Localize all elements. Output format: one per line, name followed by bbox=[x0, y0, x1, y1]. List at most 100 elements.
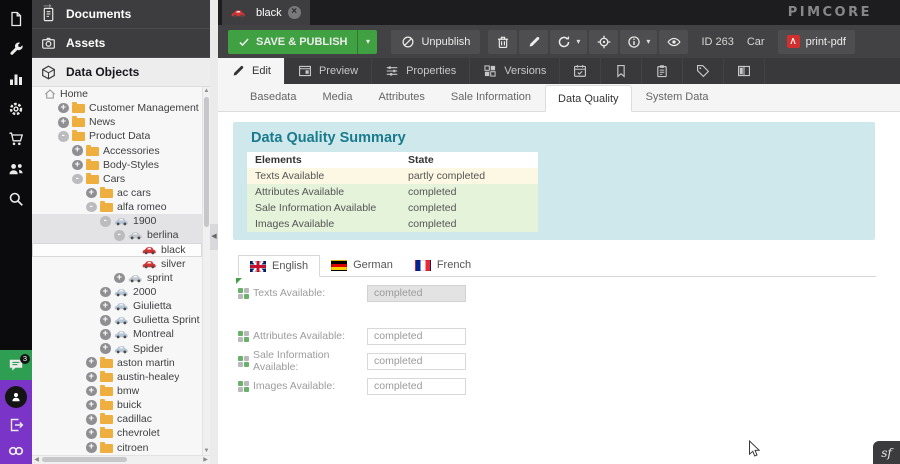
tab-media[interactable]: Media bbox=[310, 84, 364, 111]
scroll-down-icon[interactable]: ▼ bbox=[203, 447, 210, 455]
sidebar-settings-nav[interactable] bbox=[0, 94, 32, 124]
accordion-documents[interactable]: Documents → bbox=[32, 0, 210, 29]
tree-item-cadillac[interactable]: +cadillac bbox=[32, 412, 202, 426]
accordion-assets[interactable]: Assets → bbox=[32, 29, 210, 58]
tree-item-cars[interactable]: -Cars bbox=[32, 172, 202, 186]
tree-item-2000[interactable]: +2000 bbox=[32, 285, 202, 299]
tree-item-austin-healey[interactable]: +austin-healey bbox=[32, 370, 202, 384]
tree-item-bmw[interactable]: +bmw bbox=[32, 384, 202, 398]
tree-item-spider[interactable]: +Spider bbox=[32, 342, 202, 356]
tree-item-home[interactable]: Home bbox=[32, 87, 202, 101]
sidebar-tools-nav[interactable] bbox=[0, 34, 32, 64]
expander-plus-icon[interactable]: + bbox=[86, 357, 100, 368]
expander-plus-icon[interactable]: + bbox=[114, 273, 128, 284]
scroll-up-icon[interactable]: ▲ bbox=[203, 87, 210, 95]
expander-plus-icon[interactable]: + bbox=[86, 414, 100, 425]
field-images-available-input[interactable] bbox=[367, 378, 466, 395]
tree-item-product-data[interactable]: -Product Data bbox=[32, 129, 202, 143]
tree-item-body-styles[interactable]: +Body-Styles bbox=[32, 158, 202, 172]
preview-tab[interactable]: Preview bbox=[285, 58, 372, 84]
language-tab-english[interactable]: English bbox=[238, 255, 320, 277]
tree-item-1900[interactable]: -1900 bbox=[32, 214, 202, 228]
expander-plus-icon[interactable]: + bbox=[86, 428, 100, 439]
expander-plus-icon[interactable]: + bbox=[58, 103, 72, 114]
expander-minus-icon[interactable]: - bbox=[100, 216, 114, 227]
tree-item-giulietta[interactable]: +Giulietta bbox=[32, 299, 202, 313]
unpublish-button[interactable]: Unpublish bbox=[391, 30, 480, 54]
info-button[interactable]: ▾ bbox=[620, 30, 657, 54]
sidebar-search-nav[interactable] bbox=[0, 184, 32, 214]
tree-horizontal-scrollbar[interactable]: ◀ ▶ bbox=[32, 455, 210, 464]
expander-minus-icon[interactable]: - bbox=[72, 174, 86, 185]
language-tab-french[interactable]: French bbox=[404, 254, 482, 276]
save-publish-button[interactable]: SAVE & PUBLISH ▾ bbox=[228, 30, 377, 54]
field-texts-available-input[interactable] bbox=[367, 285, 466, 302]
close-icon[interactable]: × bbox=[288, 6, 301, 19]
sidebar-reports-nav[interactable] bbox=[0, 64, 32, 94]
tree-item-gulietta-sprint-specia[interactable]: +Gulietta Sprint Specia bbox=[32, 313, 202, 327]
tree-item-chevrolet[interactable]: +chevrolet bbox=[32, 426, 202, 440]
sidebar-notifications[interactable]: 3 bbox=[0, 350, 32, 380]
language-tab-german[interactable]: German bbox=[320, 254, 404, 276]
tree-vertical-scrollbar[interactable]: ▲ ▼ bbox=[202, 87, 210, 455]
expander-plus-icon[interactable]: + bbox=[86, 372, 100, 383]
tab-basedata[interactable]: Basedata bbox=[238, 84, 308, 111]
print-pdf-button[interactable]: Λ print-pdf bbox=[778, 30, 855, 54]
tab-black[interactable]: black × bbox=[222, 0, 310, 25]
trash-button[interactable] bbox=[488, 30, 517, 54]
scroll-left-icon[interactable]: ◀ bbox=[32, 456, 41, 464]
expander-plus-icon[interactable]: + bbox=[100, 343, 114, 354]
schedule-tab[interactable] bbox=[560, 58, 601, 84]
tree-item-black[interactable]: black bbox=[32, 243, 202, 257]
tree-item-silver[interactable]: silver bbox=[32, 257, 202, 271]
expander-plus-icon[interactable]: + bbox=[86, 386, 100, 397]
expander-plus-icon[interactable]: + bbox=[72, 145, 86, 156]
tree-item-buick[interactable]: +buick bbox=[32, 398, 202, 412]
target-button[interactable] bbox=[589, 30, 618, 54]
tree-item-citroen[interactable]: +citroen bbox=[32, 441, 202, 455]
sidebar-ecommerce-nav[interactable] bbox=[0, 124, 32, 154]
field-sale-information-available-input[interactable] bbox=[367, 353, 466, 370]
expander-plus-icon[interactable]: + bbox=[58, 117, 72, 128]
expander-minus-icon[interactable]: - bbox=[86, 202, 100, 213]
workflow-tab[interactable] bbox=[724, 58, 765, 84]
expander-plus-icon[interactable]: + bbox=[86, 188, 100, 199]
expander-plus-icon[interactable]: + bbox=[100, 301, 114, 312]
reports-tab[interactable] bbox=[642, 58, 683, 84]
tree-item-berlina[interactable]: -berlina bbox=[32, 228, 202, 242]
expander-minus-icon[interactable]: - bbox=[114, 230, 128, 241]
panel-splitter[interactable]: ◀ bbox=[210, 0, 218, 464]
tree-item-news[interactable]: +News bbox=[32, 115, 202, 129]
tab-system-data[interactable]: System Data bbox=[634, 84, 721, 111]
tab-data-quality[interactable]: Data Quality bbox=[545, 85, 632, 112]
collapse-panel-icon[interactable]: ◀ bbox=[210, 224, 218, 250]
scrollbar-thumb[interactable] bbox=[204, 97, 209, 227]
tree-item-ac-cars[interactable]: +ac cars bbox=[32, 186, 202, 200]
tree-item-aston-martin[interactable]: +aston martin bbox=[32, 356, 202, 370]
eye-button[interactable] bbox=[659, 30, 688, 54]
pencil-button[interactable] bbox=[519, 30, 548, 54]
notes-tab[interactable] bbox=[601, 58, 642, 84]
properties-tab[interactable]: Properties bbox=[372, 58, 470, 84]
tree-item-accessories[interactable]: +Accessories bbox=[32, 144, 202, 158]
tree-item-customer-management[interactable]: +Customer Management bbox=[32, 101, 202, 115]
tab-attributes[interactable]: Attributes bbox=[366, 84, 436, 111]
scroll-right-icon[interactable]: ▶ bbox=[201, 456, 210, 464]
expander-plus-icon[interactable]: + bbox=[72, 160, 86, 171]
tree-item-alfa-romeo[interactable]: -alfa romeo bbox=[32, 200, 202, 214]
edit-tab[interactable]: Edit bbox=[218, 58, 285, 84]
accordion-data-objects[interactable]: Data Objects → bbox=[32, 58, 210, 87]
expander-plus-icon[interactable]: + bbox=[100, 315, 114, 326]
expander-plus-icon[interactable]: + bbox=[86, 442, 100, 453]
save-options-caret-icon[interactable]: ▾ bbox=[357, 30, 377, 54]
sidebar-customers-nav[interactable] bbox=[0, 154, 32, 184]
scrollbar-thumb[interactable] bbox=[42, 457, 127, 462]
expander-minus-icon[interactable]: - bbox=[58, 131, 72, 142]
tree-item-sprint[interactable]: +sprint bbox=[32, 271, 202, 285]
sidebar-logout[interactable] bbox=[0, 412, 32, 438]
sidebar-user-profile[interactable] bbox=[5, 386, 27, 408]
refresh-button[interactable]: ▾ bbox=[550, 30, 587, 54]
tree-item-montreal[interactable]: +Montreal bbox=[32, 327, 202, 341]
debug-toolbar-badge[interactable]: sf bbox=[873, 441, 900, 464]
caret-down-icon[interactable]: ▾ bbox=[646, 37, 650, 46]
